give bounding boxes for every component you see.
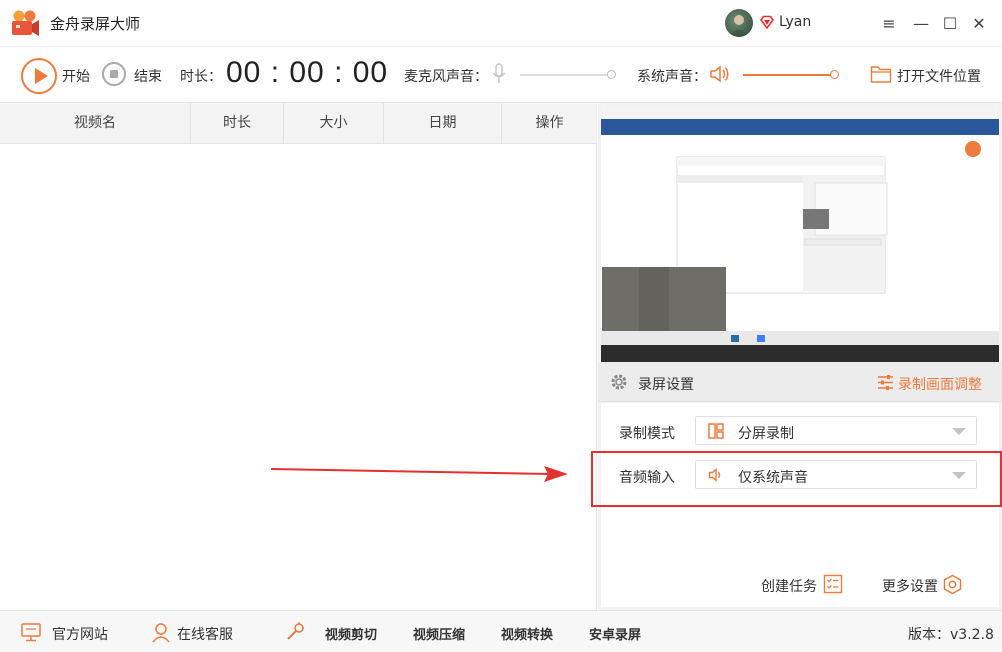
right-panel: 录屏设置 录制画面调整 录制模式 分屏录制 音频输入 仅系统声音 创建任务 更多… xyxy=(598,103,1002,610)
screen-preview xyxy=(601,105,999,362)
menu-button[interactable]: ≡ xyxy=(878,12,900,34)
system-slider-track xyxy=(743,74,835,76)
stop-record-button[interactable] xyxy=(102,62,126,86)
column-header-actions[interactable]: 操作 xyxy=(502,103,597,144)
user-support-icon xyxy=(152,623,170,643)
footer-bar: 官方网站 在线客服 视频剪切 视频压缩 视频转换 安卓录屏 版本：v3.2.8 xyxy=(0,610,1002,652)
video-compress-link[interactable]: 视频压缩 xyxy=(413,624,465,643)
preview-image xyxy=(601,105,999,362)
android-record-link[interactable]: 安卓录屏 xyxy=(589,624,641,643)
video-convert-link[interactable]: 视频转换 xyxy=(501,624,553,643)
stop-label[interactable]: 结束 xyxy=(134,66,162,86)
column-header-size[interactable]: 大小 xyxy=(284,103,384,144)
create-task-button[interactable]: 创建任务 xyxy=(761,576,817,596)
task-list-icon[interactable] xyxy=(823,574,843,594)
sliders-adjust-icon[interactable] xyxy=(877,374,894,391)
system-slider-thumb[interactable] xyxy=(830,70,839,79)
vip-diamond-icon xyxy=(760,15,774,29)
mic-volume-label: 麦克风声音： xyxy=(404,69,488,85)
gear-icon xyxy=(611,374,627,390)
start-label[interactable]: 开始 xyxy=(62,66,90,86)
mic-slider-track xyxy=(520,74,612,76)
tools-icon xyxy=(287,622,304,640)
online-support-link[interactable]: 在线客服 xyxy=(177,624,233,644)
split-screen-icon xyxy=(708,423,724,439)
monitor-icon xyxy=(21,623,41,642)
record-toolbar: 开始 结束 时长： 00 : 00 : 00 麦克风声音： 系统声音： 打开文件… xyxy=(0,47,1002,103)
column-header-date[interactable]: 日期 xyxy=(384,103,502,144)
folder-icon[interactable] xyxy=(870,64,892,84)
app-title: 金舟录屏大师 xyxy=(50,15,141,33)
hex-settings-icon[interactable] xyxy=(942,574,963,595)
official-website-link[interactable]: 官方网站 xyxy=(52,624,108,644)
chevron-down-icon xyxy=(952,428,966,435)
video-list-header: 视频名 时长 大小 日期 操作 xyxy=(0,103,597,144)
minimize-button[interactable]: — xyxy=(910,12,932,34)
video-list-panel: 视频名 时长 大小 日期 操作 xyxy=(0,103,597,610)
settings-header: 录屏设置 录制画面调整 xyxy=(598,362,1002,402)
column-header-duration[interactable]: 时长 xyxy=(191,103,284,144)
system-volume-label: 系统声音： xyxy=(637,69,707,85)
mic-slider-thumb[interactable] xyxy=(607,70,616,79)
version-label: 版本：v3.2.8 xyxy=(908,627,994,643)
record-mode-value: 分屏录制 xyxy=(738,426,794,442)
app-logo-icon xyxy=(12,10,39,36)
record-adjust-button[interactable]: 录制画面调整 xyxy=(898,374,982,394)
close-button[interactable]: ✕ xyxy=(968,12,990,34)
settings-title: 录屏设置 xyxy=(638,377,694,393)
column-header-name[interactable]: 视频名 xyxy=(0,103,191,144)
speaker-icon[interactable] xyxy=(709,64,731,84)
maximize-button[interactable]: ☐ xyxy=(939,12,961,34)
annotation-arrow xyxy=(270,466,568,482)
title-bar: 金舟录屏大师 Lyan ≡ — ☐ ✕ xyxy=(0,0,1002,47)
more-settings-button[interactable]: 更多设置 xyxy=(882,576,938,596)
avatar[interactable] xyxy=(725,9,753,37)
video-cut-link[interactable]: 视频剪切 xyxy=(325,624,377,643)
record-mode-select[interactable]: 分屏录制 xyxy=(695,416,977,445)
annotation-highlight-box xyxy=(591,451,1002,507)
duration-label: 时长： xyxy=(180,69,222,85)
username[interactable]: Lyan xyxy=(779,14,811,30)
open-folder-button[interactable]: 打开文件位置 xyxy=(897,66,981,86)
record-mode-label: 录制模式 xyxy=(619,426,675,442)
microphone-icon[interactable] xyxy=(492,63,506,85)
start-record-button[interactable] xyxy=(21,58,57,94)
duration-value: 00 : 00 : 00 xyxy=(226,56,389,89)
